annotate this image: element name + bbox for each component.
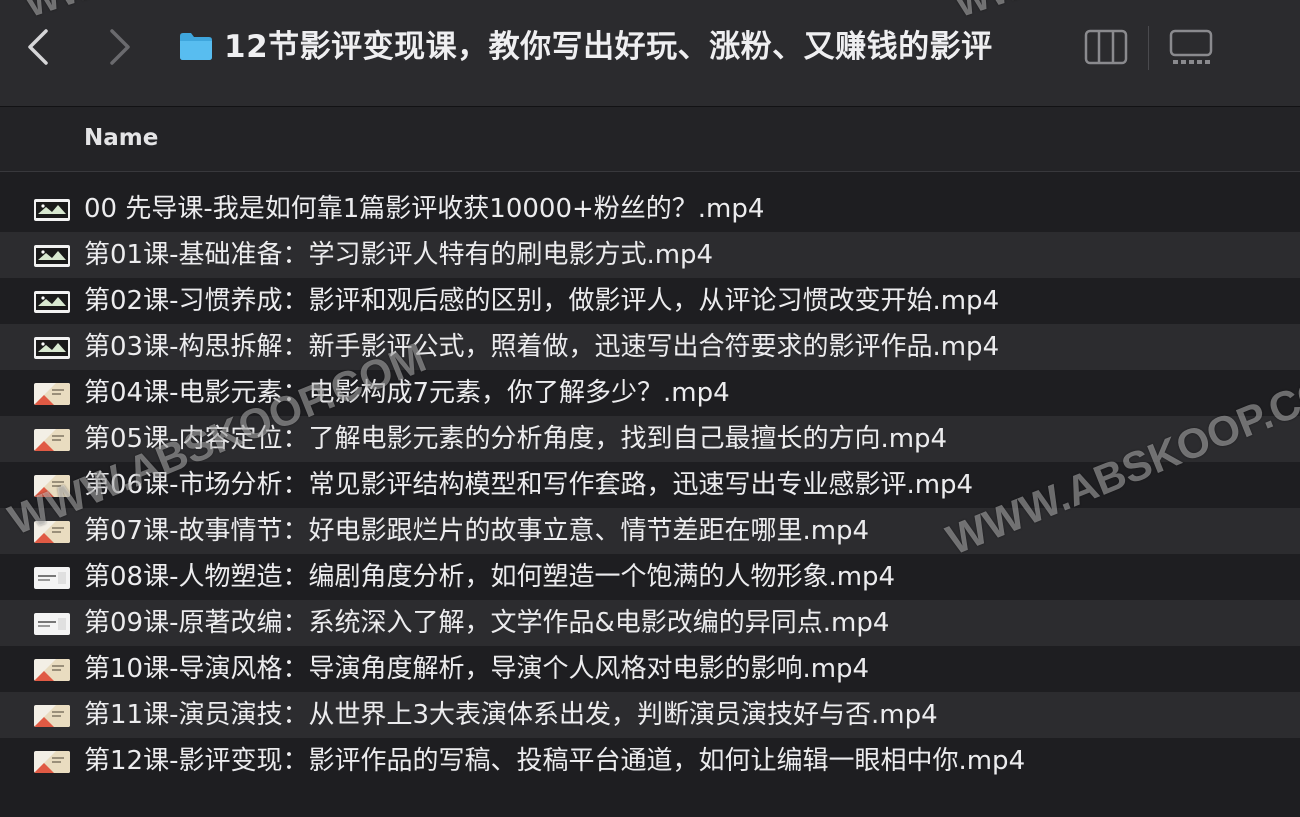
- chevron-right-icon: [110, 29, 130, 65]
- file-row[interactable]: 第05课-内容定位：了解电影元素的分析角度，找到自己最擅长的方向.mp4: [0, 416, 1300, 462]
- file-row[interactable]: 第12课-影评变现：影评作品的写稿、投稿平台通道，如何让编辑一眼相中你.mp4: [0, 738, 1300, 784]
- video-file-icon: [34, 659, 70, 681]
- back-button[interactable]: [16, 24, 60, 70]
- file-row[interactable]: 00 先导课-我是如何靠1篇影评收获10000+粉丝的？.mp4: [0, 186, 1300, 232]
- toolbar-divider: [1148, 26, 1149, 70]
- gallery-view-button[interactable]: [1168, 28, 1214, 68]
- file-name: 00 先导课-我是如何靠1篇影评收获10000+粉丝的？.mp4: [84, 194, 765, 224]
- video-file-icon: [34, 429, 70, 451]
- file-name: 第10课-导演风格：导演角度解析，导演个人风格对电影的影响.mp4: [84, 654, 870, 684]
- video-file-icon: [34, 291, 70, 313]
- video-file-icon: [34, 337, 70, 359]
- video-file-icon: [34, 567, 70, 589]
- file-name: 第02课-习惯养成：影评和观后感的区别，做影评人，从评论习惯改变开始.mp4: [84, 286, 1000, 316]
- video-file-icon: [34, 199, 70, 221]
- video-file-icon: [34, 383, 70, 405]
- folder-icon: [180, 33, 212, 60]
- file-name: 第01课-基础准备：学习影评人特有的刷电影方式.mp4: [84, 240, 714, 270]
- file-name: 第06课-市场分析：常见影评结构模型和写作套路，迅速写出专业感影评.mp4: [84, 470, 974, 500]
- file-row[interactable]: 第10课-导演风格：导演角度解析，导演个人风格对电影的影响.mp4: [0, 646, 1300, 692]
- file-name: 第12课-影评变现：影评作品的写稿、投稿平台通道，如何让编辑一眼相中你.mp4: [84, 746, 1026, 776]
- file-name: 第03课-构思拆解：新手影评公式，照着做，迅速写出合符要求的影评作品.mp4: [84, 332, 1000, 362]
- gallery-view-icon: [1169, 29, 1213, 64]
- window-title: 12节影评变现课，教你写出好玩、涨粉、又赚钱的影评: [224, 29, 993, 65]
- video-file-icon: [34, 475, 70, 497]
- name-column-header[interactable]: Name: [84, 125, 158, 151]
- file-name: 第04课-电影元素：电影构成7元素，你了解多少？.mp4: [84, 378, 730, 408]
- file-row[interactable]: 第01课-基础准备：学习影评人特有的刷电影方式.mp4: [0, 232, 1300, 278]
- file-name: 第08课-人物塑造：编剧角度分析，如何塑造一个饱满的人物形象.mp4: [84, 562, 896, 592]
- video-file-icon: [34, 245, 70, 267]
- file-name: 第11课-演员演技：从世界上3大表演体系出发，判断演员演技好与否.mp4: [84, 700, 938, 730]
- video-file-icon: [34, 613, 70, 635]
- file-list: 00 先导课-我是如何靠1篇影评收获10000+粉丝的？.mp4 第01课-基础准…: [0, 186, 1300, 784]
- file-row[interactable]: 第02课-习惯养成：影评和观后感的区别，做影评人，从评论习惯改变开始.mp4: [0, 278, 1300, 324]
- forward-button[interactable]: [98, 24, 142, 70]
- finder-toolbar: 12节影评变现课，教你写出好玩、涨粉、又赚钱的影评: [0, 0, 1300, 107]
- file-row[interactable]: 第03课-构思拆解：新手影评公式，照着做，迅速写出合符要求的影评作品.mp4: [0, 324, 1300, 370]
- video-file-icon: [34, 751, 70, 773]
- file-row[interactable]: 第06课-市场分析：常见影评结构模型和写作套路，迅速写出专业感影评.mp4: [0, 462, 1300, 508]
- file-row[interactable]: 第04课-电影元素：电影构成7元素，你了解多少？.mp4: [0, 370, 1300, 416]
- list-header: Name: [0, 107, 1300, 172]
- video-file-icon: [34, 705, 70, 727]
- chevron-left-icon: [28, 29, 48, 65]
- file-row[interactable]: 第11课-演员演技：从世界上3大表演体系出发，判断演员演技好与否.mp4: [0, 692, 1300, 738]
- video-file-icon: [34, 521, 70, 543]
- file-row[interactable]: 第09课-原著改编：系统深入了解，文学作品&电影改编的异同点.mp4: [0, 600, 1300, 646]
- file-name: 第09课-原著改编：系统深入了解，文学作品&电影改编的异同点.mp4: [84, 608, 890, 638]
- file-name: 第07课-故事情节：好电影跟烂片的故事立意、情节差距在哪里.mp4: [84, 516, 870, 546]
- file-row[interactable]: 第07课-故事情节：好电影跟烂片的故事立意、情节差距在哪里.mp4: [0, 508, 1300, 554]
- columns-view-button[interactable]: [1084, 28, 1128, 66]
- columns-view-icon: [1084, 29, 1128, 65]
- file-row[interactable]: 第08课-人物塑造：编剧角度分析，如何塑造一个饱满的人物形象.mp4: [0, 554, 1300, 600]
- file-name: 第05课-内容定位：了解电影元素的分析角度，找到自己最擅长的方向.mp4: [84, 424, 948, 454]
